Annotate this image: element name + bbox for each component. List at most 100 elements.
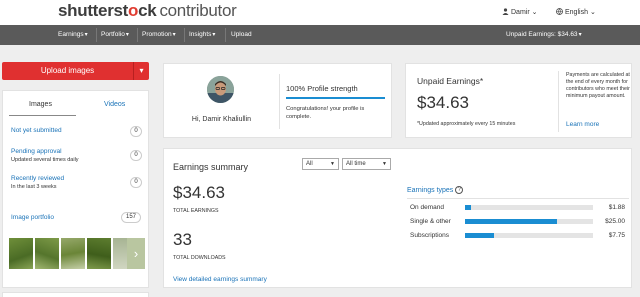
status-row-title: Recently reviewed	[11, 175, 65, 182]
portfolio-thumbnail[interactable]	[35, 238, 59, 269]
chevron-down-icon: ▾	[172, 32, 176, 38]
user-icon	[502, 8, 509, 17]
unpaid-earnings-title: Unpaid Earnings*	[417, 76, 484, 86]
earnings-type-label: Subscriptions	[410, 232, 450, 239]
earnings-types-title: Earnings types	[407, 186, 454, 194]
status-row-pending[interactable]: Pending approval Updated several times d…	[11, 148, 79, 164]
earnings-type-bar	[465, 219, 593, 224]
logo-brand-text-end: ck	[138, 1, 157, 20]
status-row-not-submitted[interactable]: Not yet submitted	[11, 127, 62, 135]
portfolio-thumbnail[interactable]	[61, 238, 85, 269]
detailed-earnings-link[interactable]: View detailed earnings summary	[173, 276, 267, 283]
profile-greeting: Hi, Damir Khaliullin	[191, 116, 252, 123]
earnings-type-bar-fill	[465, 219, 558, 224]
upload-images-label: Upload images	[40, 66, 95, 75]
chevron-right-icon: ›	[133, 246, 139, 261]
chevron-down-icon: ▼	[382, 161, 387, 167]
earnings-type-bar	[465, 233, 593, 238]
image-portfolio-link[interactable]: Image portfolio	[11, 214, 54, 222]
nav-portfolio[interactable]: Portfolio▾	[101, 25, 129, 45]
nav-divider	[225, 28, 226, 42]
earnings-type-select[interactable]: All ▼	[302, 158, 339, 170]
nav-promotion[interactable]: Promotion▾	[142, 25, 176, 45]
left-panel-next-card	[2, 292, 149, 297]
nav-unpaid-earnings-label: Unpaid Earnings: $34.63	[506, 31, 578, 38]
count-badge: 0	[130, 150, 142, 161]
earnings-type-value: $25.00	[605, 218, 625, 225]
thumbnails-next-button[interactable]: ›	[127, 238, 145, 269]
nav-earnings[interactable]: Earnings▾	[58, 25, 88, 45]
time-period-select-value: All time	[346, 161, 366, 167]
earnings-types-heading: Earnings types?	[407, 186, 464, 194]
count-badge: 0	[130, 177, 142, 188]
image-portfolio-label: Image portfolio	[11, 214, 54, 221]
logo-brand-accent: o	[128, 1, 139, 20]
language-label: English	[565, 9, 588, 16]
chevron-down-icon: ▾	[212, 32, 216, 38]
portfolio-thumbnail[interactable]	[113, 238, 127, 269]
portfolio-thumbnail[interactable]	[9, 238, 33, 269]
divider	[558, 71, 559, 132]
unpaid-earnings-note: *Updated approximately every 15 minutes	[417, 121, 516, 127]
nav-upload[interactable]: Upload	[231, 25, 252, 45]
language-menu[interactable]: English ⌄	[556, 8, 596, 17]
total-downloads-value: 33	[173, 230, 192, 249]
divider	[407, 198, 629, 199]
chevron-down-icon: ▾	[139, 66, 144, 75]
portfolio-count-badge: 157	[121, 212, 141, 223]
chevron-down-icon: ▼	[330, 161, 335, 167]
help-icon[interactable]: ?	[455, 186, 464, 194]
tab-videos[interactable]: Videos	[104, 101, 125, 108]
nav-divider	[184, 28, 185, 42]
status-row-recently-reviewed[interactable]: Recently reviewed In the last 3 weeks	[11, 175, 64, 191]
nav-portfolio-label: Portfolio	[101, 31, 125, 38]
profile-strength-label: 100% Profile strength	[286, 84, 358, 93]
nav-unpaid-earnings[interactable]: Unpaid Earnings: $34.63▾	[506, 25, 582, 45]
nav-insights-label: Insights	[189, 31, 212, 38]
profile-strength-fill	[286, 97, 385, 99]
active-tab-indicator	[9, 115, 76, 116]
payment-info-text: Payments are calculated at the end of ev…	[566, 72, 630, 99]
chevron-down-icon: ⌄	[589, 9, 596, 16]
upload-images-button[interactable]: Upload images ▾	[2, 62, 149, 80]
status-row-title: Not yet submitted	[11, 127, 62, 134]
portfolio-thumbnail[interactable]	[87, 238, 111, 269]
count-badge: 0	[130, 126, 142, 137]
total-downloads-label: TOTAL DOWNLOADS	[173, 255, 226, 261]
total-earnings-value: $34.63	[173, 183, 225, 202]
unpaid-earnings-amount: $34.63	[417, 93, 469, 112]
nav-promotion-label: Promotion	[142, 31, 172, 38]
logo-sub-text: contributor	[159, 1, 237, 20]
earnings-summary-card: Earnings summary All ▼ All time ▼ $34.63 T…	[163, 148, 632, 288]
content-status-panel: Images Videos Not yet submitted 0 Pendin…	[2, 90, 149, 288]
nav-insights[interactable]: Insights▾	[189, 25, 215, 45]
tab-images[interactable]: Images	[29, 101, 52, 108]
status-row-description: Updated several times daily	[11, 157, 79, 163]
status-row-description: In the last 3 weeks	[11, 184, 57, 190]
nav-earnings-label: Earnings	[58, 31, 84, 38]
user-name: Damir	[511, 9, 530, 16]
earnings-type-select-value: All	[306, 161, 313, 167]
shutterstock-contributor-logo[interactable]: shutterstock contributor	[58, 1, 237, 21]
user-menu[interactable]: Damir ⌄	[502, 8, 538, 17]
learn-more-link[interactable]: Learn more	[566, 121, 599, 128]
profile-card: Hi, Damir Khaliullin 100% Profile streng…	[163, 63, 392, 138]
earnings-type-value: $7.75	[608, 232, 625, 239]
earnings-type-label: On demand	[410, 204, 444, 211]
time-period-select[interactable]: All time ▼	[342, 158, 391, 170]
logo-brand-text: shutterst	[58, 1, 129, 20]
earnings-type-label: Single & other	[410, 218, 451, 225]
profile-strength-bar	[286, 97, 385, 99]
earnings-type-bar	[465, 205, 593, 210]
nav-divider	[96, 28, 97, 42]
nav-upload-label: Upload	[231, 31, 252, 38]
globe-icon	[556, 8, 563, 17]
chevron-down-icon: ▾	[84, 32, 88, 38]
avatar[interactable]	[207, 76, 234, 103]
upload-dropdown-toggle[interactable]: ▾	[133, 62, 149, 80]
earnings-type-bar-fill	[465, 233, 495, 238]
earnings-type-value: $1.88	[608, 204, 625, 211]
main-nav: Earnings▾ Portfolio▾ Promotion▾ Insights…	[0, 25, 640, 45]
chevron-down-icon: ▾	[578, 32, 582, 38]
total-earnings-label: TOTAL EARNINGS	[173, 208, 219, 214]
